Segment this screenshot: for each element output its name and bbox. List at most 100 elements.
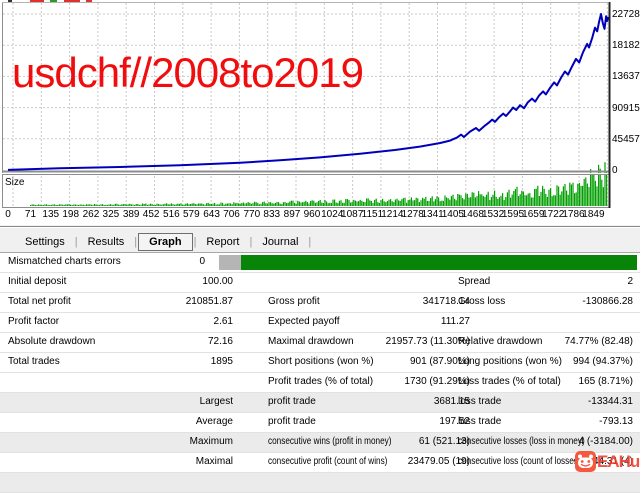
row-value: 72.16: [100, 336, 233, 347]
tab-separator: |: [307, 236, 312, 248]
tab-graph[interactable]: Graph: [138, 233, 192, 251]
row-value: 111.27: [340, 316, 470, 327]
x-axis-tick-label: 960: [304, 209, 321, 220]
row-label: Total trades: [8, 356, 60, 367]
row-label: loss trade: [458, 416, 501, 427]
row-value: 0: [100, 256, 205, 267]
balance-graph: [0, 0, 640, 226]
x-axis-tick-label: 452: [143, 209, 160, 220]
tester-tab-bar: Settings|Results|Graph|Report|Journal|: [0, 231, 640, 252]
tab-settings[interactable]: Settings: [16, 234, 74, 250]
y-axis-tick-label: 0: [612, 165, 618, 176]
tester-graph-panel: usdchf//2008to2019 Size 2272871818291363…: [0, 0, 640, 225]
row-label: Profit factor: [8, 316, 59, 327]
x-axis-tick-label: 579: [183, 209, 200, 220]
row-value: Maximal: [100, 456, 233, 467]
x-axis-tick-label: 770: [243, 209, 260, 220]
row-value: 2.61: [100, 316, 233, 327]
table-row[interactable]: Mismatched charts errors0: [0, 253, 640, 273]
row-value: 1895: [100, 356, 233, 367]
x-axis-tick-label: 897: [284, 209, 301, 220]
x-axis-tick-label: 1087: [341, 209, 363, 220]
table-row[interactable]: Profit trades (% of total)1730 (91.29%)L…: [0, 373, 640, 393]
row-value: Average: [100, 416, 233, 427]
table-row[interactable]: [0, 473, 640, 493]
table-row[interactable]: Total net profit 210851.87 Gross profit 341…: [0, 293, 640, 313]
row-value: 21957.73 (11.30%): [340, 336, 470, 347]
row-value: 994 (94.37%): [505, 356, 633, 367]
y-axis-tick-label: 181829: [612, 40, 640, 51]
x-axis-tick-label: 325: [103, 209, 120, 220]
watermark-text: EAHub: [597, 452, 640, 472]
tester-report-table: Mismatched charts errors0Initial deposit…: [0, 252, 640, 481]
row-value: Largest: [100, 396, 233, 407]
row-value: 165 (8.71%): [505, 376, 633, 387]
x-axis-tick-label: 0: [5, 209, 11, 220]
x-axis-tick-label: 135: [42, 209, 59, 220]
table-row[interactable]: Averageprofit trade197.52loss trade-793.…: [0, 413, 640, 433]
x-axis-tick-label: 1405: [442, 209, 464, 220]
row-label: Spread: [458, 276, 490, 287]
tab-results[interactable]: Results: [79, 234, 134, 250]
x-axis-tick-label: 1024: [321, 209, 343, 220]
row-value: 4 (-3184.00): [505, 436, 633, 447]
row-value: 74.77% (82.48): [505, 336, 633, 347]
row-value: 2: [505, 276, 633, 287]
table-row[interactable]: Maximumconsecutive wins (profit in money…: [0, 433, 640, 453]
x-axis-tick-label: 1849: [582, 209, 604, 220]
strategy-tester-window: usdchf//2008to2019 Size 2272871818291363…: [0, 0, 640, 480]
x-axis-tick-label: 1659: [522, 209, 544, 220]
x-axis-tick-label: 833: [263, 209, 280, 220]
table-row[interactable]: Largest profit trade 3681.15loss trade -133…: [0, 393, 640, 413]
table-row[interactable]: Absolute drawdown72.16Maximal drawdown21…: [0, 333, 640, 353]
x-axis-tick-label: 516: [163, 209, 180, 220]
tab-journal[interactable]: Journal: [253, 234, 307, 250]
x-axis-tick-label: 1341: [421, 209, 443, 220]
row-value: -13344.31: [505, 396, 633, 407]
row-value: -793.13: [505, 416, 633, 427]
table-row[interactable]: Initial deposit100.00Spread2: [0, 273, 640, 293]
row-value: -130866.28: [505, 296, 633, 307]
row-label: Absolute drawdown: [8, 336, 95, 347]
x-axis-tick-label: 262: [83, 209, 100, 220]
row-value: Maximum: [100, 436, 233, 447]
row-value: 1730 (91.29%): [340, 376, 470, 387]
x-axis-tick-label: 1278: [402, 209, 424, 220]
row-label: loss trade: [458, 396, 501, 407]
x-axis-tick-label: 1151: [362, 209, 384, 220]
x-axis-tick-label: 1214: [381, 209, 403, 220]
x-axis-tick-label: 1468: [462, 209, 484, 220]
row-label: profit trade: [268, 396, 316, 407]
row-label: Total net profit: [8, 296, 71, 307]
row-label: Gross profit: [268, 296, 320, 307]
row-value: 23479.05 (19): [340, 456, 470, 467]
modelling-quality-bar-gray-segment: [219, 255, 241, 270]
y-axis-tick-label: 227287: [612, 9, 640, 20]
row-value: 3681.15: [340, 396, 470, 407]
table-row[interactable]: Profit factor2.61Expected payoff111.27: [0, 313, 640, 333]
x-axis-tick-label: 71: [25, 209, 36, 220]
x-axis-tick-label: 706: [223, 209, 240, 220]
y-axis-tick-label: 45457: [612, 134, 640, 145]
modelling-quality-bar: [219, 255, 637, 270]
x-axis-tick-label: 1532: [482, 209, 504, 220]
tab-report[interactable]: Report: [197, 234, 248, 250]
table-row[interactable]: Total trades1895Short positions (won %)9…: [0, 353, 640, 373]
x-axis-tick-label: 1786: [562, 209, 584, 220]
row-label: Gross loss: [458, 296, 505, 307]
robot-logo-icon: [575, 451, 596, 472]
x-axis-tick-label: 1722: [542, 209, 564, 220]
row-label: profit trade: [268, 416, 316, 427]
row-value: 901 (87.90%): [340, 356, 470, 367]
x-axis-tick-label: 643: [203, 209, 220, 220]
y-axis-tick-label: 136372: [612, 71, 640, 82]
size-axis-label: Size: [5, 177, 24, 188]
row-value: 341718.14: [340, 296, 470, 307]
y-axis-tick-label: 90915: [612, 103, 640, 114]
row-value: 100.00: [100, 276, 233, 287]
table-row[interactable]: Maximalconsecutive profit (count of wins…: [0, 453, 640, 473]
x-axis-tick-label: 389: [123, 209, 140, 220]
row-value: 210851.87: [100, 296, 233, 307]
x-axis-tick-label: 1595: [502, 209, 524, 220]
watermark: EAHub: [575, 451, 640, 472]
